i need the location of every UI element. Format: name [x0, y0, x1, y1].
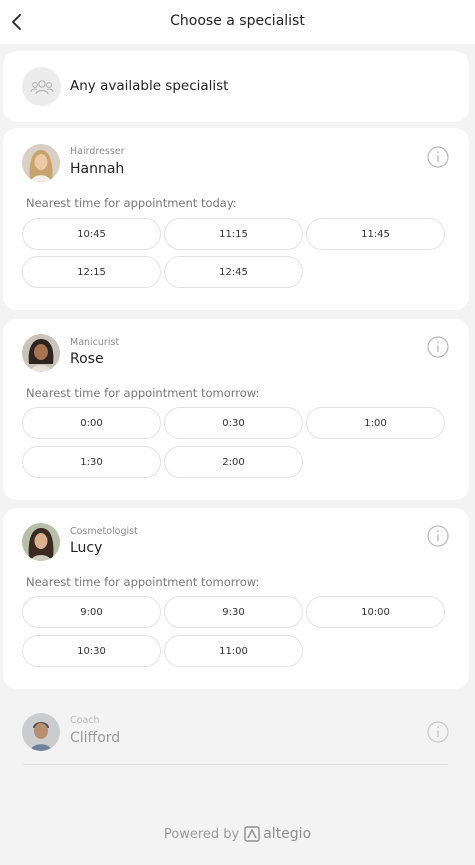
altegio-logo-icon	[244, 826, 260, 842]
header-bar: Choose a specialist	[0, 0, 475, 44]
time-slot[interactable]: 1:00	[306, 407, 445, 439]
specialist-name: Clifford	[70, 730, 121, 746]
avatar	[22, 144, 60, 182]
group-icon	[22, 67, 61, 106]
time-slot[interactable]: 1:30	[22, 446, 161, 478]
specialist-name: Rose	[70, 351, 104, 367]
info-icon[interactable]	[427, 721, 449, 743]
time-slot[interactable]: 10:00	[306, 596, 445, 628]
nearest-time-label: Nearest time for appointment today:	[26, 196, 237, 210]
avatar	[22, 713, 60, 751]
page-title: Choose a specialist	[170, 13, 305, 29]
time-slot[interactable]: 10:45	[22, 218, 161, 250]
specialist-role: Cosmetologist	[70, 526, 138, 537]
time-slot[interactable]: 0:00	[22, 407, 161, 439]
time-slot[interactable]: 11:15	[164, 218, 303, 250]
avatar	[22, 334, 60, 372]
info-icon[interactable]	[427, 525, 449, 547]
specialist-role: Manicurist	[70, 337, 120, 348]
brand-name: altegio	[263, 826, 312, 842]
any-specialist-card[interactable]: Any available specialist	[3, 51, 469, 122]
powered-by-footer: Powered by altegio	[0, 826, 475, 842]
time-slot[interactable]: 9:30	[164, 596, 303, 628]
time-slot[interactable]: 12:15	[22, 256, 161, 288]
specialist-card-rose[interactable]: Manicurist Rose Nearest time for appoint…	[3, 319, 469, 500]
time-slot[interactable]: 11:00	[164, 635, 303, 667]
specialist-name: Hannah	[70, 161, 125, 177]
info-icon[interactable]	[427, 146, 449, 168]
any-specialist-label: Any available specialist	[70, 78, 229, 94]
powered-by-label: Powered by	[163, 826, 240, 842]
time-slot[interactable]: 11:45	[306, 218, 445, 250]
specialist-role: Hairdresser	[70, 146, 125, 157]
specialist-card-clifford[interactable]: Coach Clifford	[3, 700, 469, 766]
specialist-role: Coach	[70, 715, 100, 726]
brand-logo: altegio	[244, 826, 311, 842]
specialist-card-hannah[interactable]: Hairdresser Hannah Nearest time for appo…	[3, 128, 469, 310]
info-icon[interactable]	[427, 336, 449, 358]
time-slot[interactable]: 2:00	[164, 446, 303, 478]
avatar	[22, 523, 60, 561]
time-slot[interactable]: 0:30	[164, 407, 303, 439]
nearest-time-label: Nearest time for appointment tomorrow:	[26, 386, 260, 400]
time-slot[interactable]: 12:45	[164, 256, 303, 288]
nearest-time-label: Nearest time for appointment tomorrow:	[26, 575, 260, 589]
specialist-name: Lucy	[70, 540, 103, 556]
specialist-card-lucy[interactable]: Cosmetologist Lucy Nearest time for appo…	[3, 508, 469, 689]
time-slot[interactable]: 9:00	[22, 596, 161, 628]
time-slot[interactable]: 10:30	[22, 635, 161, 667]
divider	[23, 764, 448, 765]
